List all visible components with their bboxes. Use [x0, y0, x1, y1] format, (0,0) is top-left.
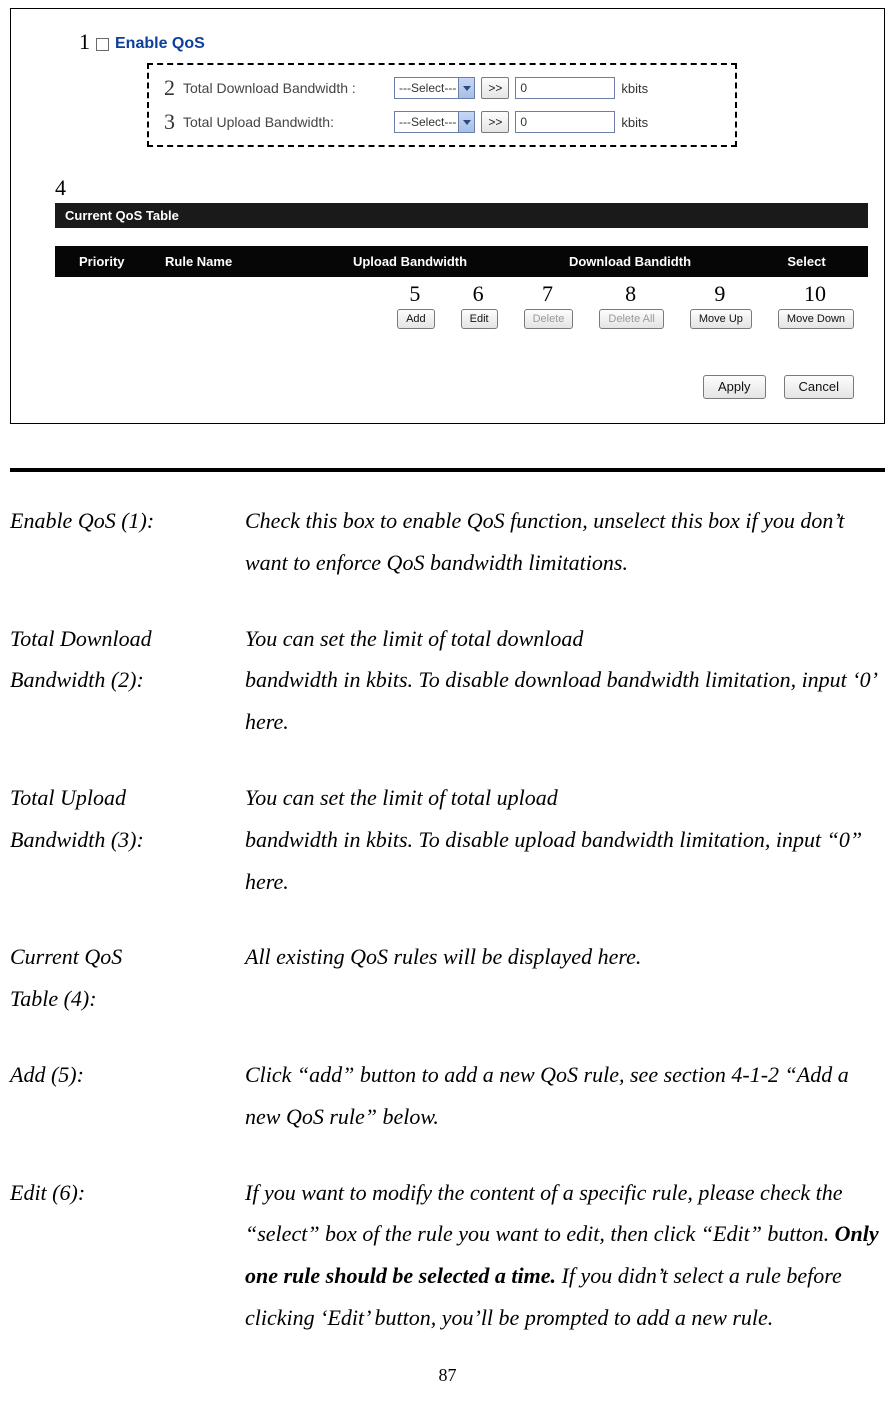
desc-term: Total Upload Bandwidth (3):: [10, 777, 245, 902]
apply-cancel-row: Apply Cancel: [55, 375, 854, 399]
download-select[interactable]: ---Select---: [394, 77, 475, 99]
edit-button[interactable]: Edit: [461, 309, 498, 329]
delete-all-button[interactable]: Delete All: [599, 309, 663, 329]
delete-button[interactable]: Delete: [524, 309, 574, 329]
download-value-input[interactable]: [515, 77, 615, 99]
annotation-3: 3: [157, 109, 175, 135]
annotation-9: 9: [714, 281, 725, 307]
move-down-button[interactable]: Move Down: [778, 309, 854, 329]
desc-def: Check this box to enable QoS function, u…: [245, 500, 885, 584]
desc-def: If you want to modify the content of a s…: [245, 1172, 885, 1339]
annotation-4: 4: [55, 175, 66, 200]
desc-term: Total Download Bandwidth (2):: [10, 618, 245, 743]
upload-bandwidth-row: 3 Total Upload Bandwidth: ---Select--- >…: [157, 105, 727, 139]
enable-qos-row: 1 Enable QoS: [79, 27, 868, 53]
desc-term: Add (5):: [10, 1054, 245, 1138]
bandwidth-box: 2 Total Download Bandwidth : ---Select--…: [147, 63, 737, 147]
add-button[interactable]: Add: [397, 309, 435, 329]
enable-qos-label: Enable QoS: [115, 35, 205, 53]
enable-qos-checkbox[interactable]: [96, 38, 109, 51]
current-qos-title: Current QoS Table: [55, 203, 868, 228]
qos-action-buttons: 5 Add 6 Edit 7 Delete 8 Delete All 9 M: [55, 281, 854, 329]
desc-def: You can set the limit of total download …: [245, 618, 885, 743]
divider: [10, 468, 885, 472]
qos-table-header: Priority Rule Name Upload Bandwidth Down…: [55, 246, 868, 277]
desc-term: Current QoS Table (4):: [10, 936, 245, 1020]
upload-go-button[interactable]: >>: [481, 111, 509, 133]
qos-screenshot: 1 Enable QoS 2 Total Download Bandwidth …: [10, 8, 885, 424]
page-number: 87: [10, 1365, 885, 1386]
desc-def: All existing QoS rules will be displayed…: [245, 936, 885, 1020]
apply-button[interactable]: Apply: [703, 375, 766, 399]
field-descriptions: Enable QoS (1): Check this box to enable…: [10, 500, 885, 1339]
desc-def: You can set the limit of total upload ba…: [245, 777, 885, 902]
download-go-button[interactable]: >>: [481, 77, 509, 99]
upload-unit: kbits: [621, 115, 648, 130]
cancel-button[interactable]: Cancel: [784, 375, 854, 399]
annotation-1: 1: [79, 29, 90, 55]
annotation-5: 5: [409, 281, 420, 307]
download-unit: kbits: [621, 81, 648, 96]
col-upload-bandwidth: Upload Bandwidth: [305, 254, 515, 269]
desc-term: Edit (6):: [10, 1172, 245, 1339]
desc-term: Enable QoS (1):: [10, 500, 245, 584]
download-select-value: ---Select---: [399, 81, 458, 95]
annotation-8: 8: [625, 281, 636, 307]
annotation-10: 10: [804, 281, 826, 307]
desc-add: Add (5): Click “add” button to add a new…: [10, 1054, 885, 1138]
upload-select-value: ---Select---: [399, 115, 458, 129]
col-rule-name: Rule Name: [165, 254, 305, 269]
desc-total-download: Total Download Bandwidth (2): You can se…: [10, 618, 885, 743]
annotation-2: 2: [157, 75, 175, 101]
desc-current-qos-table: Current QoS Table (4): All existing QoS …: [10, 936, 885, 1020]
download-bandwidth-label: Total Download Bandwidth :: [183, 80, 388, 96]
current-qos-section: 4 Current QoS Table Priority Rule Name U…: [55, 175, 868, 399]
desc-enable-qos: Enable QoS (1): Check this box to enable…: [10, 500, 885, 584]
col-priority: Priority: [55, 254, 165, 269]
desc-edit: Edit (6): If you want to modify the cont…: [10, 1172, 885, 1339]
upload-select[interactable]: ---Select---: [394, 111, 475, 133]
upload-bandwidth-label: Total Upload Bandwidth:: [183, 114, 388, 130]
annotation-7: 7: [542, 281, 553, 307]
download-bandwidth-row: 2 Total Download Bandwidth : ---Select--…: [157, 71, 727, 105]
desc-def: Click “add” button to add a new QoS rule…: [245, 1054, 885, 1138]
col-select: Select: [745, 254, 868, 269]
upload-value-input[interactable]: [515, 111, 615, 133]
desc-total-upload: Total Upload Bandwidth (3): You can set …: [10, 777, 885, 902]
chevron-down-icon: [458, 78, 474, 98]
chevron-down-icon: [458, 112, 474, 132]
annotation-6: 6: [473, 281, 484, 307]
col-download-bandwidth: Download Bandidth: [515, 254, 745, 269]
move-up-button[interactable]: Move Up: [690, 309, 752, 329]
